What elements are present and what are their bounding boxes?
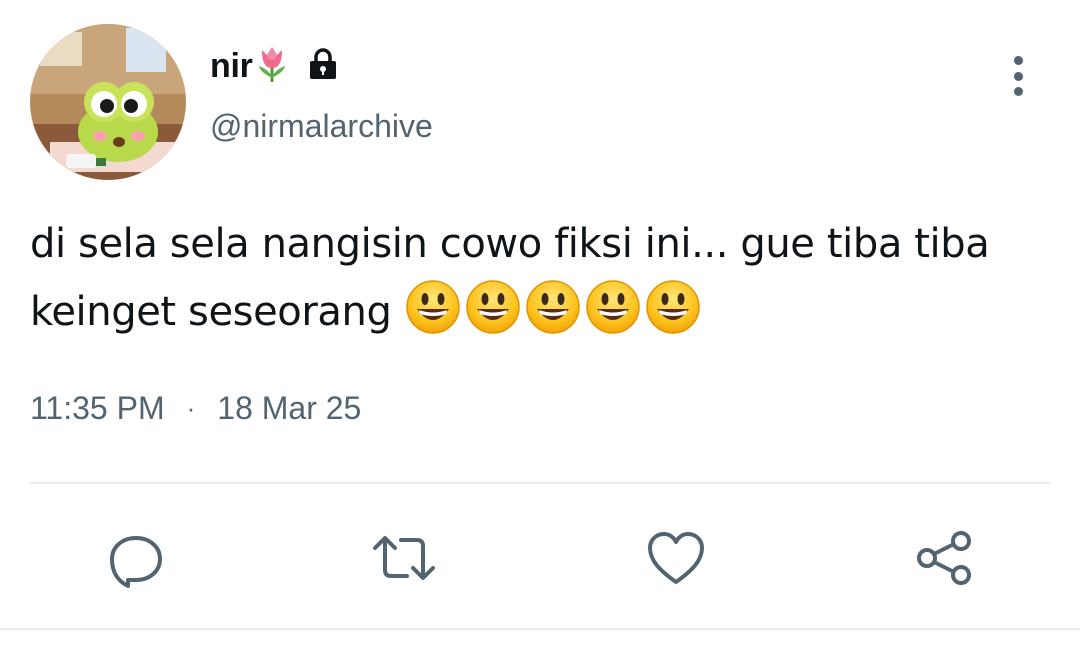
tulip-icon: [255, 44, 289, 88]
more-dot: [1013, 87, 1023, 96]
smiley-emoji: [466, 280, 521, 334]
tweet-time[interactable]: 11:35 PM: [30, 390, 165, 427]
more-dot: [1013, 71, 1023, 81]
user-handle[interactable]: @nirmalarchive: [210, 108, 433, 145]
reply-button[interactable]: [98, 520, 174, 596]
divider: [30, 482, 1050, 484]
share-icon: [917, 531, 971, 585]
tweet-text-container: di sela sela nangisin cowo fiksi ini... …: [30, 210, 1050, 346]
tweet-card: nir @nirmalarchive di sela sela nangisin: [0, 0, 1080, 648]
smiley-emoji: [406, 280, 461, 334]
emoji-row: [405, 279, 701, 335]
reply-icon: [110, 536, 162, 588]
more-vertical-icon[interactable]: [1004, 56, 1032, 96]
display-name-row: nir: [210, 40, 339, 92]
smiley-emoji: [646, 280, 701, 334]
display-name[interactable]: nir: [210, 47, 253, 86]
lock-icon: [307, 47, 339, 85]
share-button[interactable]: [906, 520, 982, 596]
avatar-image: [30, 24, 186, 180]
meta-separator: ·: [186, 393, 196, 423]
avatar[interactable]: [30, 24, 186, 180]
bottom-divider: [0, 628, 1080, 630]
smiley-emoji: [586, 280, 641, 334]
retweet-button[interactable]: [366, 520, 442, 596]
retweet-icon: [373, 536, 435, 580]
tweet-meta: 11:35 PM · 18 Mar 25: [30, 390, 361, 427]
like-button[interactable]: [638, 520, 714, 596]
heart-icon: [648, 532, 704, 584]
tweet-date[interactable]: 18 Mar 25: [217, 390, 361, 427]
smiley-emoji: [526, 280, 581, 334]
more-dot: [1013, 56, 1023, 65]
action-bar: [0, 520, 1080, 596]
